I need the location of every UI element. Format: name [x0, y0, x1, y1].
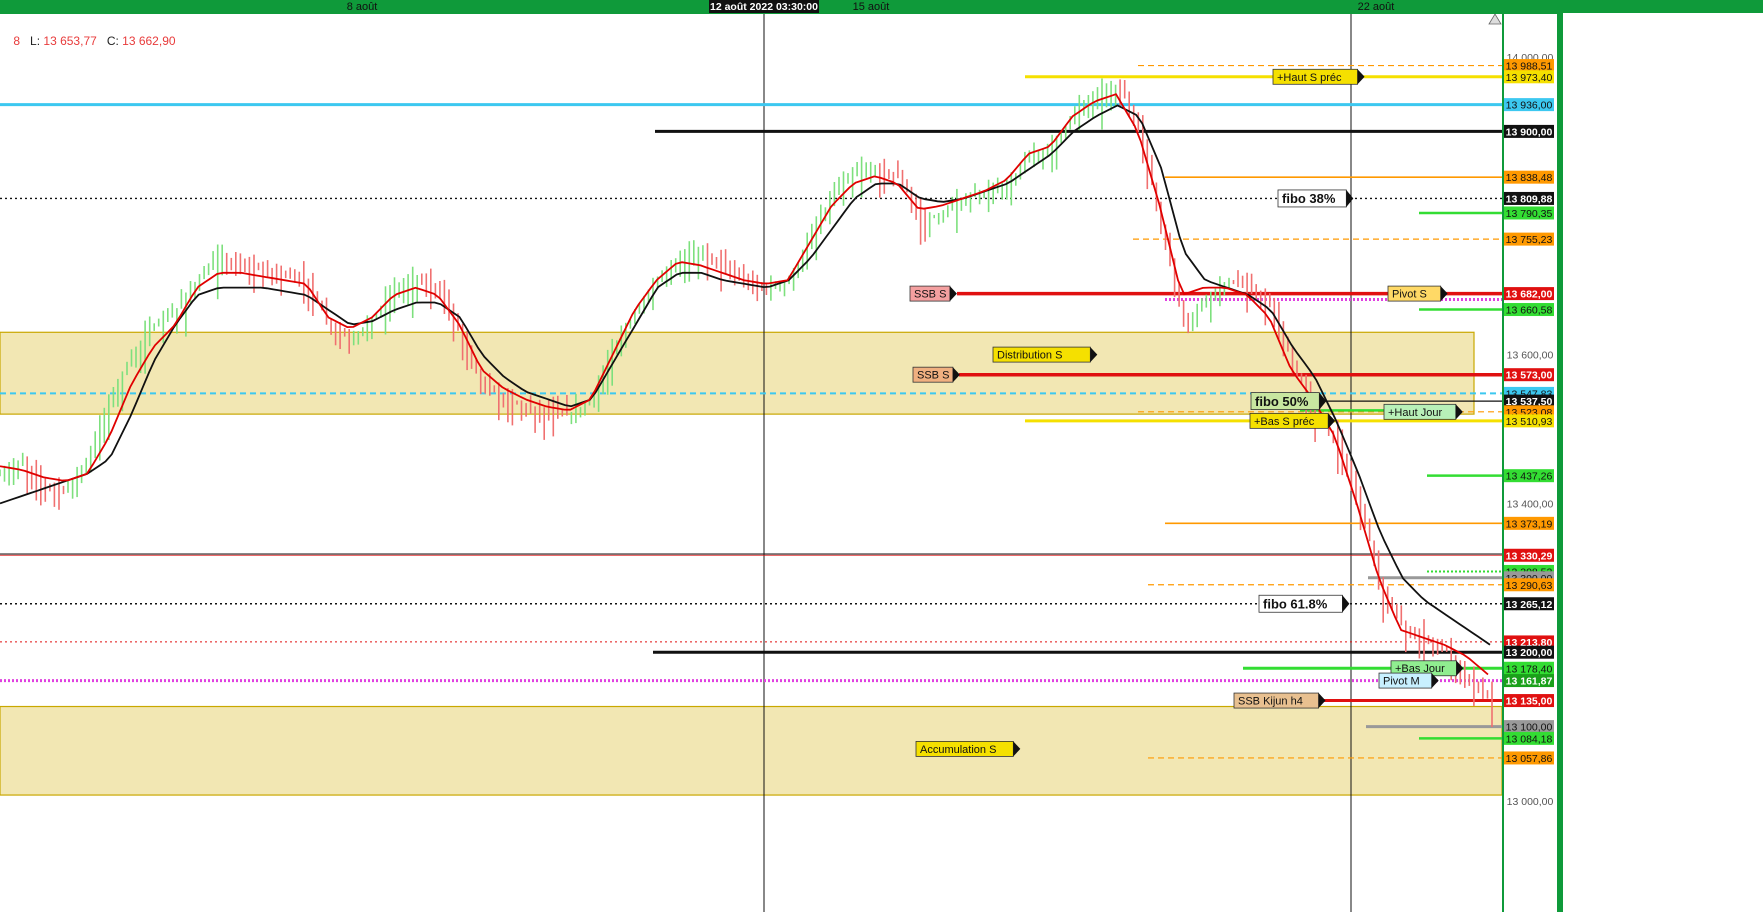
price-tag-label: 13 265,12 [1506, 599, 1553, 611]
price-tag-label: 13 100,00 [1506, 722, 1553, 734]
price-tag-label: 13 790,35 [1506, 208, 1553, 220]
price-tag-label: 13 809,88 [1506, 193, 1553, 205]
crosshair-date-label: 12 août 2022 03:30:00 [710, 1, 818, 13]
annotation-tag: fibo 50% [1250, 392, 1327, 411]
price-tag: 13 973,40 [1504, 70, 1554, 84]
price-tag: 13 161,87 [1504, 674, 1554, 688]
annotation-tag: Accumulation S [915, 741, 1021, 757]
y-tick-label: 13 600,00 [1507, 350, 1554, 362]
price-tag-label: 13 084,18 [1506, 733, 1553, 745]
price-tag: 13 135,00 [1504, 694, 1554, 708]
annotation-label: fibo 38% [1282, 191, 1336, 206]
y-tick-label: 13 000,00 [1507, 796, 1554, 808]
price-tag-label: 13 573,00 [1506, 370, 1553, 382]
annotation-label: SSB S [914, 289, 946, 301]
price-tag: 13 660,58 [1504, 303, 1554, 317]
price-tag: 13 290,63 [1504, 578, 1554, 592]
ohlc-close-value: 13 662,90 [122, 34, 176, 48]
price-tag: 13 437,26 [1504, 469, 1554, 483]
price-tag-label: 13 057,86 [1506, 753, 1553, 765]
y-tick-label: 13 400,00 [1507, 498, 1554, 510]
price-tag-label: 13 682,00 [1506, 289, 1553, 301]
price-tag: 13 809,88 [1504, 191, 1554, 205]
x-date-label: 15 août [853, 1, 890, 13]
x-date-label: 22 août [1358, 1, 1395, 13]
annotation-tag: fibo 38% [1277, 189, 1354, 208]
price-tag-label: 13 755,23 [1506, 234, 1553, 246]
axis-border [1502, 0, 1504, 912]
price-tag-label: 13 200,00 [1506, 647, 1553, 659]
price-tag-label: 13 373,19 [1506, 518, 1553, 530]
top-frame-line [0, 13, 1563, 14]
price-tag-label: 13 161,87 [1506, 676, 1553, 688]
price-tag-label: 13 973,40 [1506, 72, 1553, 84]
annotation-label: Pivot S [1392, 289, 1427, 301]
price-tag: 13 682,00 [1504, 287, 1554, 301]
right-frame [1557, 0, 1563, 912]
annotation-tag: SSB Kijun h4 [1233, 692, 1326, 709]
price-tag-label: 13 936,00 [1506, 100, 1553, 112]
price-tag-label: 13 290,63 [1506, 580, 1553, 592]
annotation-label: fibo 61.8% [1263, 596, 1328, 611]
annotation-label: Accumulation S [920, 744, 996, 756]
zone-accumulation [0, 705, 1503, 796]
annotation-tag: +Haut Jour [1383, 403, 1463, 420]
price-tag: 13 330,29 [1504, 548, 1554, 562]
annotation-tag: +Bas S préc [1249, 412, 1336, 429]
price-tag: 13 755,23 [1504, 232, 1554, 246]
ohlc-open-tail: 8 [13, 34, 21, 48]
annotation-label: SSB S [917, 370, 949, 382]
annotation-tag: Pivot M [1378, 672, 1439, 689]
annotation-tag: Distribution S [992, 346, 1098, 363]
ohlc-close-key: C: [106, 34, 119, 48]
price-tag-label: 13 660,58 [1506, 305, 1553, 317]
price-axis [1504, 14, 1557, 912]
annotation-label: Distribution S [997, 350, 1062, 362]
price-tag: 13 200,00 [1504, 645, 1554, 659]
price-tag: 13 178,40 [1504, 661, 1554, 675]
annotation-label: fibo 50% [1255, 394, 1309, 409]
price-tag-label: 13 838,48 [1506, 172, 1553, 184]
price-tag: 13 900,00 [1504, 124, 1554, 138]
price-tag: 13 057,86 [1504, 751, 1554, 765]
annotation-label: SSB Kijun h4 [1238, 696, 1303, 708]
price-tag: 13 373,19 [1504, 516, 1554, 530]
price-tag: 13 100,00 [1504, 720, 1554, 734]
price-tag: 13 265,12 [1504, 597, 1554, 611]
price-chart[interactable]: +Haut S préc fibo 38% SSB S Pivot S Distribu… [0, 0, 1763, 912]
price-tag: 13 790,35 [1504, 206, 1554, 220]
price-tag: 13 084,18 [1504, 731, 1554, 745]
price-tag: 13 573,00 [1504, 368, 1554, 382]
annotation-tag: Pivot S [1387, 285, 1448, 302]
price-tag-label: 13 900,00 [1506, 126, 1553, 138]
x-date-label: 8 août [347, 1, 378, 13]
price-tag: 13 936,00 [1504, 98, 1554, 112]
ohlc-readout: 8 L: 13 653,77 C: 13 662,90 [0, 20, 176, 62]
annotation-label: +Haut Jour [1388, 407, 1442, 419]
price-tag-label: 13 178,40 [1506, 663, 1553, 675]
annotation-label: Pivot M [1383, 676, 1420, 688]
price-tag: 13 838,48 [1504, 170, 1554, 184]
annotation-tag: SSB S [912, 366, 960, 383]
chart-window[interactable]: +Haut S préc fibo 38% SSB S Pivot S Distribu… [0, 0, 1763, 912]
annotation-label: +Haut S préc [1277, 72, 1342, 84]
annotation-tag: fibo 61.8% [1258, 594, 1350, 613]
price-tag-label: 13 135,00 [1506, 696, 1553, 708]
ohlc-low-key: L: [30, 34, 41, 48]
price-tag-label: 13 510,93 [1506, 416, 1553, 428]
annotation-label: +Bas S préc [1254, 416, 1315, 428]
price-tag-label: 13 437,26 [1506, 471, 1553, 483]
price-tag-label: 13 330,29 [1506, 550, 1553, 562]
price-tag: 13 510,93 [1504, 414, 1554, 428]
ohlc-low-value: 13 653,77 [43, 34, 97, 48]
annotation-tag: +Haut S préc [1272, 68, 1365, 85]
annotation-tag: SSB S [909, 285, 957, 302]
